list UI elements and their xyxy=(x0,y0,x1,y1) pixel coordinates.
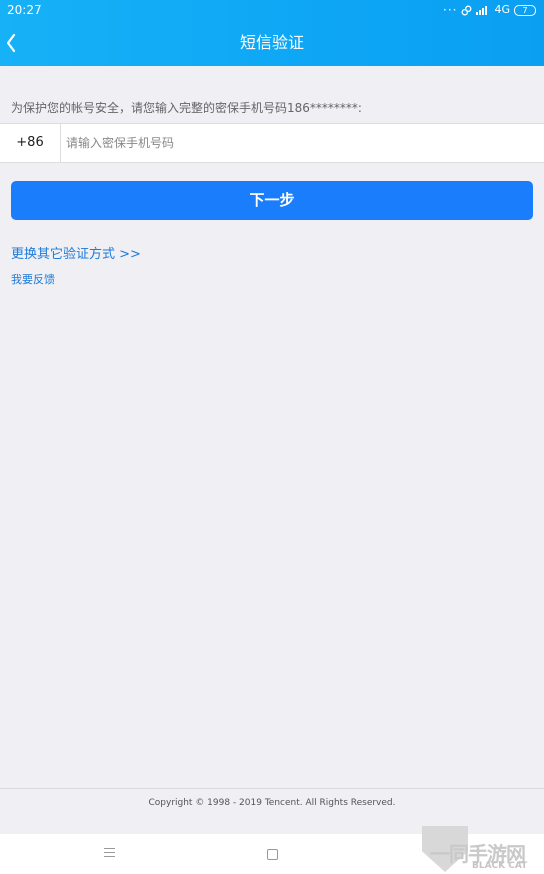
country-code[interactable]: +86 xyxy=(0,124,61,162)
copyright-text: Copyright © 1998 - 2019 Tencent. All Rig… xyxy=(148,798,396,808)
next-step-button[interactable]: 下一步 xyxy=(11,181,533,220)
status-icons: ··· 4G 7 xyxy=(443,0,536,20)
status-bar: 20:27 ··· 4G 7 xyxy=(0,0,544,20)
phone-row: +86 xyxy=(0,123,544,163)
security-tip: 为保护您的帐号安全，请您输入完整的密保手机号码186********: xyxy=(11,101,362,115)
menu-icon[interactable] xyxy=(104,848,115,858)
home-icon[interactable] xyxy=(267,849,278,860)
phone-input[interactable] xyxy=(62,124,540,162)
page-title: 短信验证 xyxy=(239,33,304,52)
battery-level: 7 xyxy=(522,5,528,15)
more-dots-icon: ··· xyxy=(443,3,458,17)
signal-icon xyxy=(476,5,490,15)
battery-icon: 7 xyxy=(514,4,536,16)
status-time: 20:27 xyxy=(7,3,42,17)
network-type: 4G xyxy=(494,3,510,16)
watermark-en: BLACK CAT xyxy=(472,861,528,871)
watermark: 一同手游网 BLACK CAT xyxy=(422,824,544,874)
feedback-link[interactable]: 我要反馈 xyxy=(11,271,55,287)
nav-bar: 短信验证 xyxy=(0,20,544,66)
link-icon xyxy=(462,5,472,15)
app-header: 20:27 ··· 4G 7 短信验证 xyxy=(0,0,544,66)
switch-verification-link[interactable]: 更换其它验证方式 >> xyxy=(11,243,141,262)
footer-divider xyxy=(0,788,544,789)
